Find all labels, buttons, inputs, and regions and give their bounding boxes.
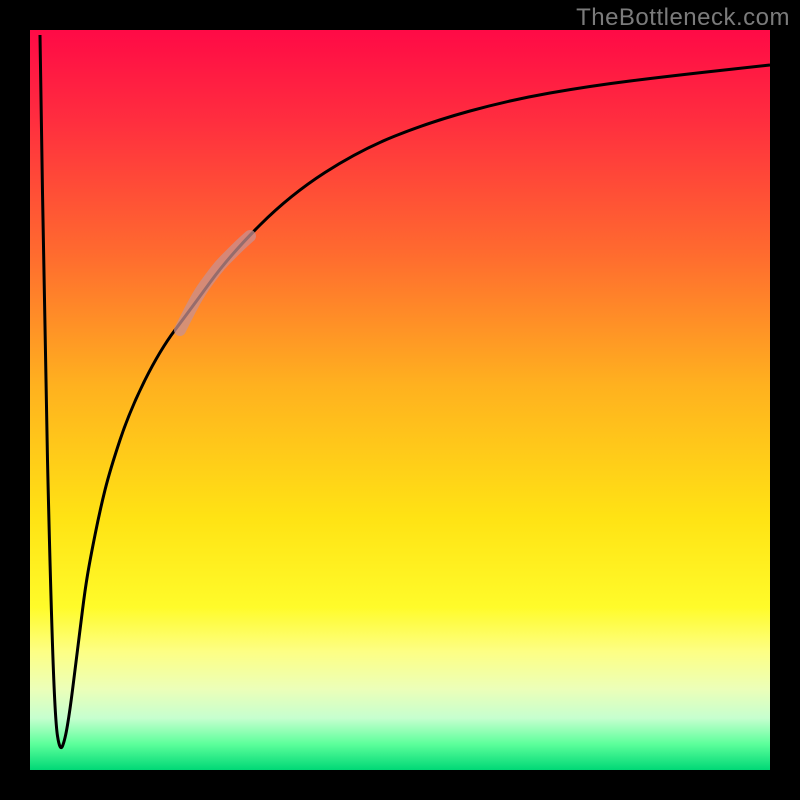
chart-container: TheBottleneck.com	[0, 0, 800, 800]
watermark-text: TheBottleneck.com	[576, 4, 790, 32]
curve-path	[40, 35, 770, 748]
chart-svg	[30, 30, 770, 770]
highlight-segment-path	[180, 236, 250, 330]
